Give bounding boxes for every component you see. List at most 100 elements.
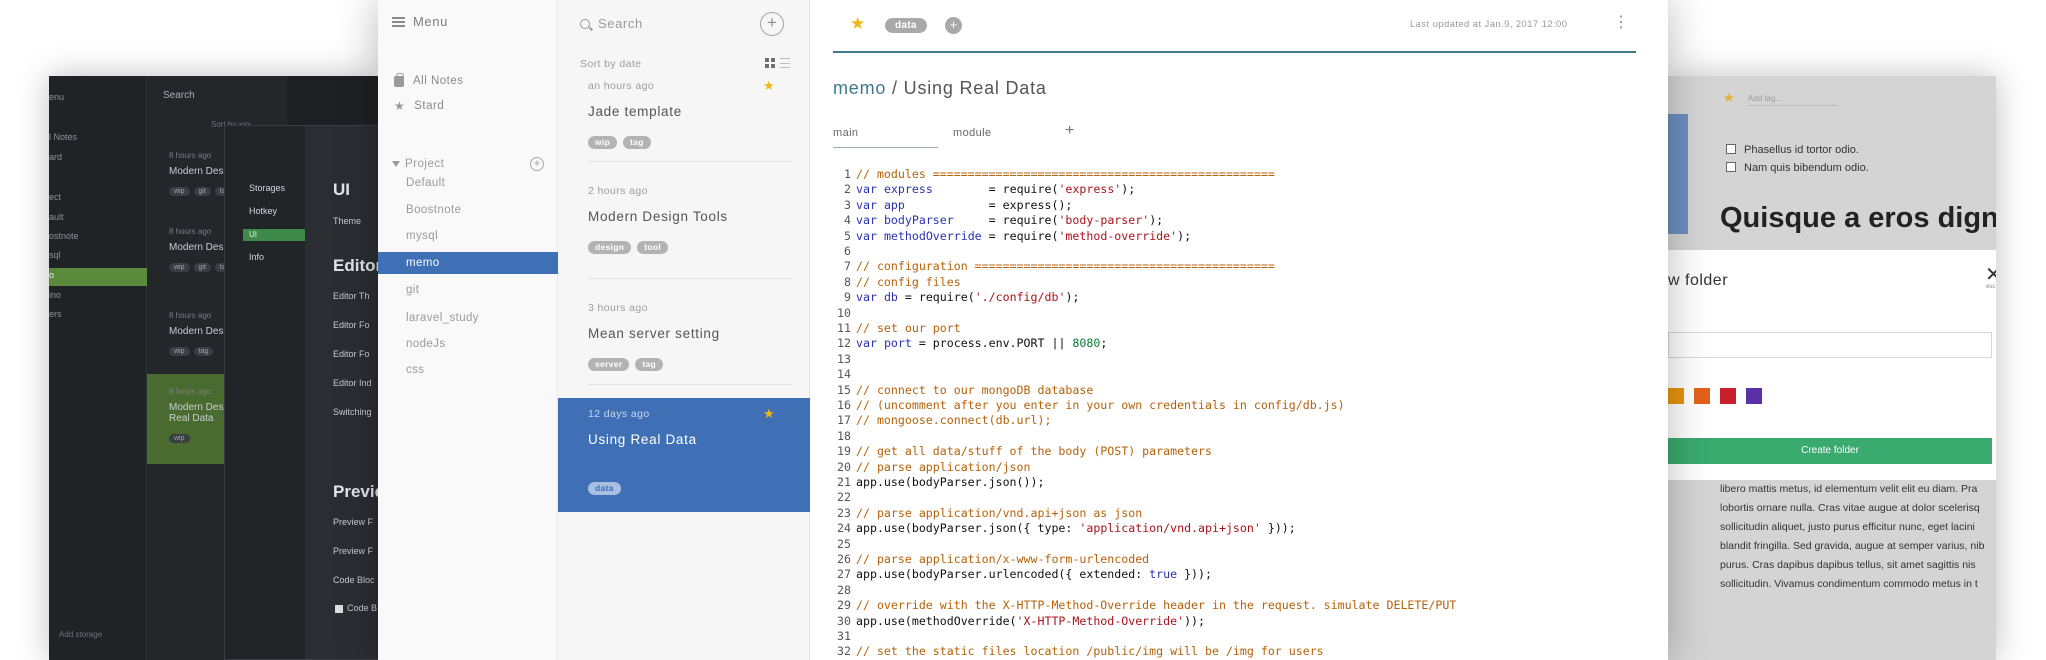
code-line: 31 <box>833 629 856 645</box>
starred-label: Stard <box>414 100 445 112</box>
settings-section-editor: Editor <box>333 256 379 275</box>
code-editor[interactable]: 1 // modules ============================… <box>833 163 1651 660</box>
line-number: 14 <box>837 367 851 382</box>
code-token: ; <box>1100 336 1108 351</box>
hamburger-icon <box>392 16 405 27</box>
code-token: app.use(bodyParser.json()); <box>856 475 1045 489</box>
code-line: 16 // (uncomment after you enter in your … <box>833 398 1345 414</box>
line-number: 8 <box>844 274 851 289</box>
settings-editor-option: Editor Fo <box>333 320 370 330</box>
note-tag[interactable]: data <box>588 482 621 495</box>
note-tag[interactable]: tag <box>635 358 663 371</box>
code-token: 'X-HTTP-Method-Override' <box>1016 613 1185 628</box>
new-note-button[interactable]: + <box>760 12 784 36</box>
note-tag[interactable]: tag <box>623 136 651 149</box>
add-folder-icon[interactable]: + <box>530 157 544 171</box>
sidebar-folder[interactable]: git <box>378 279 558 301</box>
settings-editor-option: Switching <box>333 407 372 417</box>
menu-button[interactable]: Menu <box>392 14 448 29</box>
code-token: ); <box>1149 213 1164 228</box>
star-icon[interactable]: ★ <box>763 78 775 94</box>
note-list-item[interactable]: 12 days ago Using Real Data data ★ <box>558 398 810 512</box>
line-number: 26 <box>837 552 851 566</box>
star-icon[interactable]: ★ <box>850 14 865 34</box>
add-snippet-icon[interactable]: + <box>1065 122 1074 140</box>
dark-sidebar-item: l Notes <box>49 132 78 142</box>
all-notes-label: All Notes <box>413 75 464 87</box>
code-token: var <box>856 182 877 197</box>
code-line: 32 // set the static files location /publ… <box>833 644 1324 660</box>
sidebar-folder[interactable]: Default <box>378 172 558 194</box>
light-body-line: sollicitudin. Vivamus condimentum commod… <box>1720 578 1978 590</box>
note-time: an hours ago <box>588 80 655 92</box>
dark-note-tag: tag <box>193 347 214 356</box>
code-token: express <box>883 182 933 197</box>
note-tag[interactable]: tool <box>637 241 668 254</box>
note-tag[interactable]: server <box>588 358 630 371</box>
light-star-icon: ★ <box>1723 90 1735 105</box>
dark-sidebar-item: ostnote <box>49 231 79 241</box>
tab-main[interactable]: main <box>833 127 858 139</box>
search-bar[interactable]: Search <box>580 16 643 31</box>
dark-sidebar-item: ard <box>49 152 63 162</box>
note-tag[interactable]: data <box>885 18 927 33</box>
code-token: // parse application/x-www-form-urlencod… <box>856 552 1150 566</box>
note-title: Modern Design Tools <box>588 209 728 224</box>
code-token: // config files <box>856 274 961 289</box>
sort-dropdown[interactable]: Sort by date <box>580 58 641 70</box>
sidebar-starred[interactable]: ★ Stard <box>394 100 444 112</box>
note-title-text: Using Real Data <box>903 78 1047 98</box>
code-token: = require( <box>897 290 975 305</box>
tab-module[interactable]: module <box>953 127 991 139</box>
more-options-icon[interactable]: ⋮ <box>1613 15 1629 31</box>
note-folder[interactable]: memo <box>833 78 886 98</box>
code-token: )); <box>1184 613 1206 628</box>
last-updated: Last updated at Jan.9, 2017 12:00 <box>1410 19 1567 30</box>
code-line: 7 // configuration ======================… <box>833 259 1275 275</box>
note-list-item[interactable]: 3 hours ago Mean server setting server tag <box>558 292 810 398</box>
code-token: = require( <box>932 182 1059 197</box>
create-folder-button: Create folder <box>1668 438 1992 464</box>
sidebar-folder[interactable]: Boostnote <box>378 199 558 221</box>
code-token: 'body-parser' <box>1058 213 1150 228</box>
sidebar-folder[interactable]: laravel_study <box>378 307 558 329</box>
sidebar-all-notes[interactable]: All Notes <box>394 72 464 87</box>
note-tags: design tool <box>588 241 668 254</box>
dark-add-storage: Add storage <box>59 630 103 639</box>
line-number: 21 <box>837 475 851 489</box>
line-number: 16 <box>837 398 851 412</box>
note-divider <box>588 384 792 385</box>
code-token: app.use(bodyParser.urlencoded({ extended… <box>856 567 1150 582</box>
code-token: ); <box>1177 228 1192 243</box>
line-number: 19 <box>837 444 851 459</box>
code-line: 22 <box>833 490 856 506</box>
note-tag[interactable]: design <box>588 241 632 254</box>
dark-sidebar: enu l Notes ard ect ault ostnote sql o i… <box>49 76 147 660</box>
note-list-item[interactable]: 2 hours ago Modern Design Tools design tool <box>558 175 810 292</box>
color-swatch <box>1668 388 1684 404</box>
note-tag[interactable]: wip <box>588 136 618 149</box>
grid-view-icon[interactable] <box>765 58 775 68</box>
sidebar: Menu All Notes ★ Stard Project + Default… <box>378 0 558 660</box>
dark-sidebar-item: ault <box>49 212 64 222</box>
sidebar-folder[interactable]: nodeJs <box>378 333 558 355</box>
search-input[interactable]: Search <box>598 16 643 31</box>
star-icon[interactable]: ★ <box>763 406 775 422</box>
code-token: ); <box>1121 182 1136 197</box>
sidebar-folder[interactable]: mysql <box>378 225 558 247</box>
code-token: 'method-override' <box>1058 228 1178 243</box>
code-token: 'application/vnd.api+json' <box>1079 521 1261 536</box>
code-line: 11 // set our port <box>833 321 961 337</box>
line-number: 3 <box>844 197 851 212</box>
code-token: './config/db' <box>974 290 1066 305</box>
list-view-icon[interactable] <box>780 58 790 68</box>
settings-nav-ui: UI <box>243 229 305 241</box>
sidebar-folder[interactable]: css <box>378 359 558 381</box>
sidebar-folder[interactable]: memo <box>378 252 558 274</box>
note-list-item[interactable]: an hours ago Jade template wip tag ★ <box>558 70 810 175</box>
note-title: Jade template <box>588 104 682 119</box>
code-line: 13 <box>833 352 856 368</box>
storage-header[interactable]: Project <box>392 158 444 170</box>
add-tag-icon[interactable]: + <box>945 17 962 34</box>
